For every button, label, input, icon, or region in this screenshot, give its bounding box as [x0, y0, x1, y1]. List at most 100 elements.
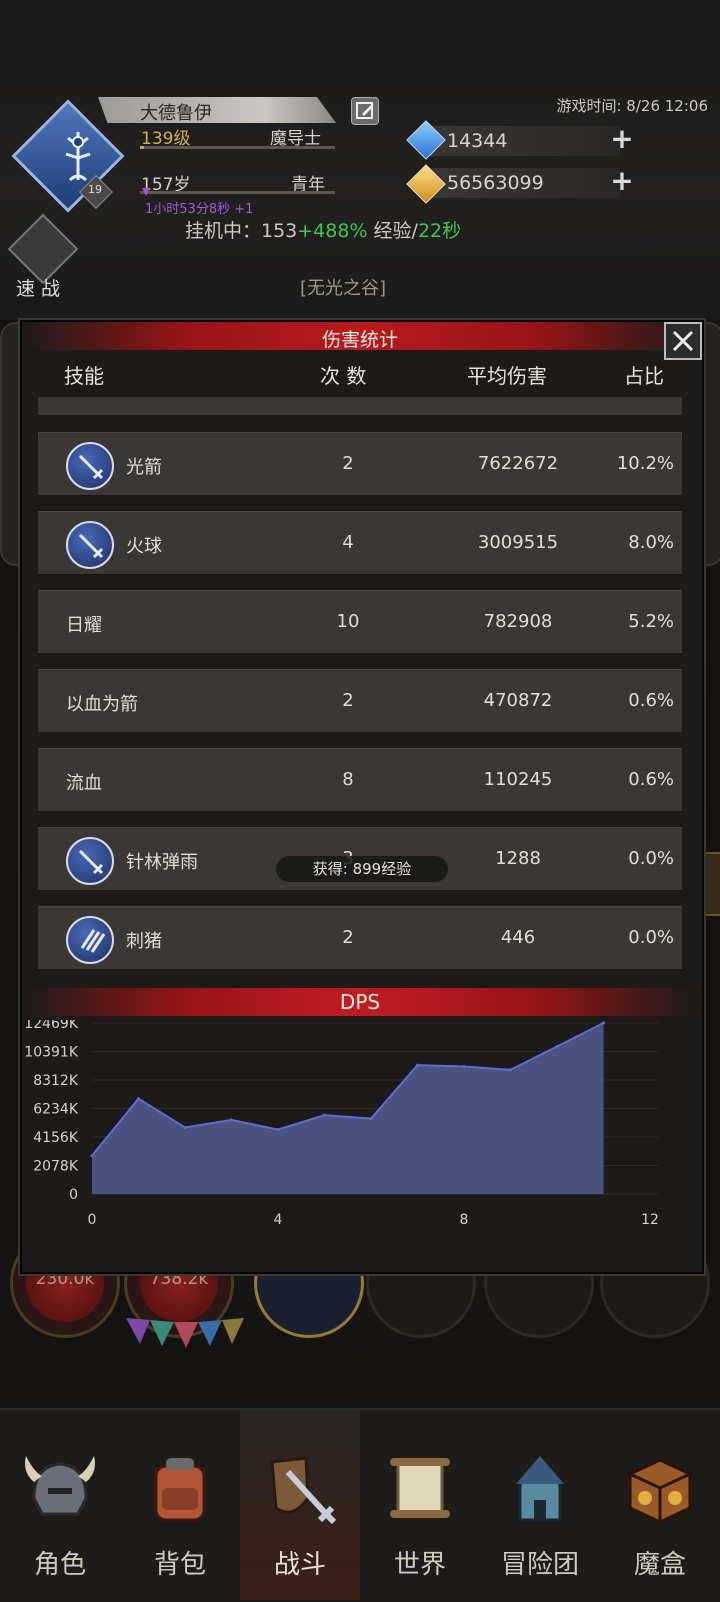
- triple-claw-icon: [66, 916, 114, 964]
- table-row[interactable]: 流血 8 110245 0.6%: [38, 748, 682, 813]
- idle-mid: 经验/: [367, 220, 418, 242]
- x-tick-label: 0: [88, 1212, 97, 1228]
- dps-point: [416, 1063, 419, 1067]
- dialog-title: 伤害统计: [321, 329, 398, 351]
- table-row[interactable]: 光箭 2 7622672 10.2%: [38, 432, 682, 497]
- x-tick-label: 12: [641, 1212, 659, 1228]
- dps-point: [555, 1045, 559, 1049]
- add-gold-currency-button[interactable]: +: [610, 167, 634, 195]
- skill-count: 4: [342, 532, 354, 553]
- level-badge-text: 19: [88, 183, 102, 196]
- skill-damage-pct: 0.0%: [628, 848, 674, 869]
- skill-damage-pct: 0.6%: [628, 769, 674, 790]
- idle-time: 22秒: [417, 220, 462, 242]
- y-tick-label: 10391K: [24, 1045, 79, 1061]
- nav-item-adventure-team[interactable]: 冒险团: [480, 1410, 600, 1600]
- skill-damage-pct: 10.2%: [616, 453, 674, 474]
- skill-name: 流血: [66, 773, 102, 794]
- sword-shield-icon: [270, 1456, 337, 1525]
- column-header-avg: 平均伤害: [467, 364, 547, 388]
- helmet-icon: [25, 1456, 95, 1516]
- nav-item-backpack[interactable]: 背包: [120, 1410, 240, 1600]
- nav-label-battle: 战斗: [273, 1550, 326, 1580]
- dps-title: DPS: [339, 990, 381, 1014]
- y-tick-label: 2078K: [33, 1159, 79, 1175]
- dps-point: [509, 1068, 512, 1072]
- idle-status: 挂机中：153+488% 经验/22秒: [185, 216, 461, 243]
- x-tick-label: 4: [274, 1212, 283, 1228]
- skill-name: 针林弹雨: [126, 852, 198, 873]
- dps-point: [137, 1097, 140, 1101]
- skill-name: 光箭: [126, 457, 162, 478]
- skill-avg-damage: 446: [500, 927, 536, 948]
- table-row[interactable]: 以血为箭 2 470872 0.6%: [38, 669, 682, 734]
- area-name: [无光之谷]: [300, 278, 387, 299]
- dps-point: [276, 1128, 280, 1132]
- add-blue-currency-button[interactable]: +: [610, 125, 634, 153]
- dps-point: [462, 1064, 466, 1068]
- x-tick-label: 8: [460, 1212, 469, 1228]
- idle-prefix: 挂机中：153: [185, 220, 298, 242]
- y-tick-label: 6234K: [33, 1102, 79, 1118]
- nav-label-world: 世界: [393, 1550, 446, 1580]
- skill-avg-damage: 3009515: [477, 532, 559, 553]
- table-row[interactable]: 火球 4 3009515 8.0%: [38, 511, 682, 576]
- speed-battle-label[interactable]: 速 战: [16, 274, 60, 301]
- idle-bonus: +488%: [297, 220, 368, 242]
- nav-item-character[interactable]: 角色: [0, 1410, 120, 1600]
- skill-count: 2: [342, 927, 354, 948]
- character-name: 大德鲁伊: [140, 103, 212, 124]
- skill-name: 日耀: [66, 615, 102, 636]
- y-tick-label: 0: [69, 1187, 78, 1203]
- dps-point: [90, 1154, 94, 1158]
- exp-bar-fill: [140, 146, 144, 149]
- nav-label-character: 角色: [33, 1550, 86, 1580]
- nav-item-battle[interactable]: 战斗: [240, 1410, 360, 1600]
- skill-avg-damage: 782908: [483, 611, 553, 632]
- scroll-map-icon: [390, 1458, 450, 1518]
- table-row-partial: [38, 397, 682, 417]
- dps-point: [602, 1021, 605, 1025]
- skill-damage-pct: 5.2%: [628, 611, 674, 632]
- exp-gain-toast: 获得: 899经验: [276, 856, 448, 882]
- edit-name-button[interactable]: [351, 97, 379, 125]
- column-header-pct: 占比: [624, 364, 664, 388]
- skill-damage-pct: 8.0%: [628, 532, 674, 553]
- name-banner: [98, 97, 336, 123]
- column-header-count: 次 数: [320, 364, 367, 388]
- skill-damage-pct: 0.6%: [628, 690, 674, 711]
- table-row[interactable]: 刺猪 2 446 0.0%: [38, 906, 682, 971]
- age-bar: [140, 191, 335, 194]
- dps-point: [323, 1113, 326, 1117]
- nav-label-magic-box: 魔盒: [633, 1550, 686, 1580]
- skill-count: 10: [336, 611, 360, 632]
- dps-chart: 0 2078K 4156K 6234K 8312K 10391K 12469K 0 4 8 12: [24, 1020, 659, 1228]
- nav-label-adventure-team: 冒险团: [500, 1550, 579, 1580]
- sword-skill-icon: [66, 837, 114, 885]
- skill-damage-pct: 0.0%: [628, 927, 674, 948]
- table-row[interactable]: 日耀 10 782908 5.2%: [38, 590, 682, 655]
- exp-bar: [140, 146, 335, 149]
- skill-avg-damage: 1288: [495, 848, 541, 869]
- y-tick-label: 4156K: [33, 1130, 79, 1146]
- close-icon: [672, 330, 694, 352]
- edit-icon: [356, 102, 373, 119]
- nav-item-magic-box[interactable]: 魔盒: [600, 1410, 720, 1600]
- sword-skill-icon: [66, 521, 114, 569]
- close-button[interactable]: [664, 322, 702, 360]
- sword-skill-icon: [66, 442, 114, 490]
- gold-currency-value: 56563099: [447, 172, 544, 194]
- skill-name: 刺猪: [126, 931, 162, 952]
- dps-point: [230, 1118, 233, 1122]
- castle-icon: [516, 1456, 564, 1522]
- y-tick-label: 8312K: [33, 1073, 79, 1089]
- dps-point: [183, 1125, 187, 1129]
- lifespan-timer: 1小时53分8秒 +1: [145, 202, 254, 217]
- skill-name: 以血为箭: [66, 694, 138, 715]
- skill-name: 火球: [126, 536, 162, 557]
- backpack-icon: [154, 1458, 206, 1522]
- skill-avg-damage: 7622672: [477, 453, 559, 474]
- nav-item-world[interactable]: 世界: [360, 1410, 480, 1600]
- nav-label-backpack: 背包: [153, 1550, 206, 1580]
- game-time: 游戏时间: 8/26 12:06: [556, 97, 708, 115]
